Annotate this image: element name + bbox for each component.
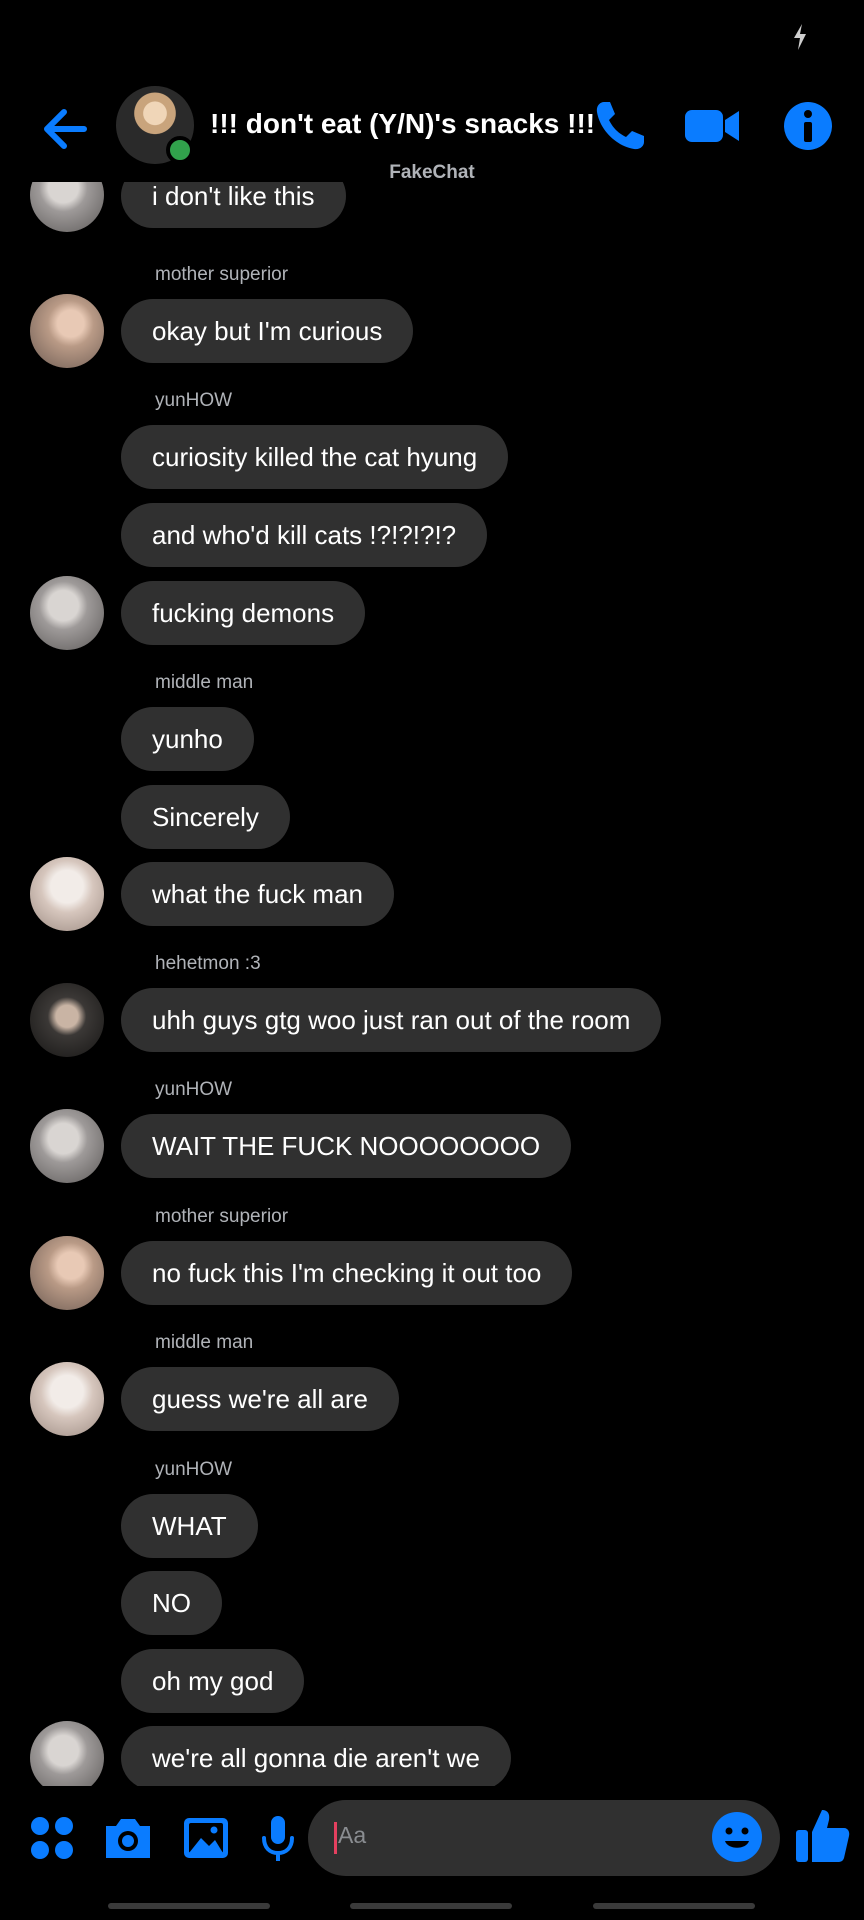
sender-avatar[interactable] [30, 983, 104, 1057]
message-bubble[interactable]: guess we're all are [121, 1367, 399, 1431]
message-list[interactable]: i don't like this mother superior okay b… [0, 182, 864, 1786]
video-camera-icon[interactable] [682, 96, 742, 156]
message-composer: Aa [0, 1800, 864, 1884]
message-bubble[interactable]: fucking demons [121, 581, 366, 645]
message-bubble[interactable]: uhh guys gtg woo just ran out of the roo… [121, 988, 662, 1052]
sender-avatar[interactable] [30, 1362, 104, 1436]
back-arrow-icon[interactable] [38, 102, 92, 156]
message-bubble[interactable]: NO [121, 1571, 222, 1635]
text-caret [334, 1822, 337, 1854]
info-icon[interactable] [778, 96, 838, 156]
phone-icon[interactable] [590, 96, 650, 156]
message-bubble[interactable]: no fuck this I'm checking it out too [121, 1241, 573, 1305]
message-bubble[interactable]: okay but I'm curious [121, 299, 414, 363]
message-bubble[interactable]: i don't like this [121, 182, 346, 228]
nav-gesture-bar-left [108, 1903, 270, 1909]
message-bubble[interactable]: oh my god [121, 1649, 305, 1713]
sender-name: yunHOW [155, 390, 233, 411]
message-input[interactable]: Aa [308, 1800, 780, 1876]
message-bubble[interactable]: Sincerely [121, 785, 290, 849]
online-status-dot [166, 136, 194, 164]
sender-name: middle man [155, 1332, 254, 1353]
thumbs-up-icon[interactable] [792, 1806, 852, 1866]
sender-avatar[interactable] [30, 294, 104, 368]
message-bubble[interactable]: what the fuck man [121, 862, 394, 926]
sender-name: yunHOW [155, 1079, 233, 1100]
sender-avatar[interactable] [30, 857, 104, 931]
sender-avatar[interactable] [30, 576, 104, 650]
message-bubble[interactable]: and who'd kill cats !?!?!?!? [121, 503, 488, 567]
message-bubble[interactable]: we're all gonna die aren't we [121, 1726, 511, 1786]
gallery-icon[interactable] [178, 1810, 234, 1866]
status-bar [0, 0, 864, 70]
charging-icon [794, 24, 806, 50]
input-placeholder: Aa [338, 1822, 367, 1848]
emoji-icon[interactable] [710, 1810, 764, 1864]
sender-name: mother superior [155, 1206, 289, 1227]
chat-title[interactable]: !!! don't eat (Y/N)'s snacks !!! [210, 108, 595, 140]
sender-name: middle man [155, 672, 254, 693]
message-bubble[interactable]: WAIT THE FUCK NOOOOOOOO [121, 1114, 572, 1178]
sender-name: hehetmon :3 [155, 953, 261, 974]
camera-icon[interactable] [100, 1810, 156, 1866]
nav-gesture-bar-right [593, 1903, 755, 1909]
chat-subtitle: FakeChat [389, 162, 475, 183]
sender-avatar[interactable] [30, 1721, 104, 1786]
sender-avatar[interactable] [30, 1109, 104, 1183]
microphone-icon[interactable] [250, 1810, 306, 1866]
message-bubble[interactable]: curiosity killed the cat hyung [121, 425, 509, 489]
message-bubble[interactable]: yunho [121, 707, 254, 771]
apps-icon[interactable] [24, 1810, 80, 1866]
sender-name: yunHOW [155, 1459, 233, 1480]
sender-avatar[interactable] [30, 1236, 104, 1310]
nav-gesture-bar-center [350, 1903, 512, 1909]
sender-avatar[interactable] [30, 182, 104, 232]
sender-name: mother superior [155, 264, 289, 285]
message-bubble[interactable]: WHAT [121, 1494, 258, 1558]
